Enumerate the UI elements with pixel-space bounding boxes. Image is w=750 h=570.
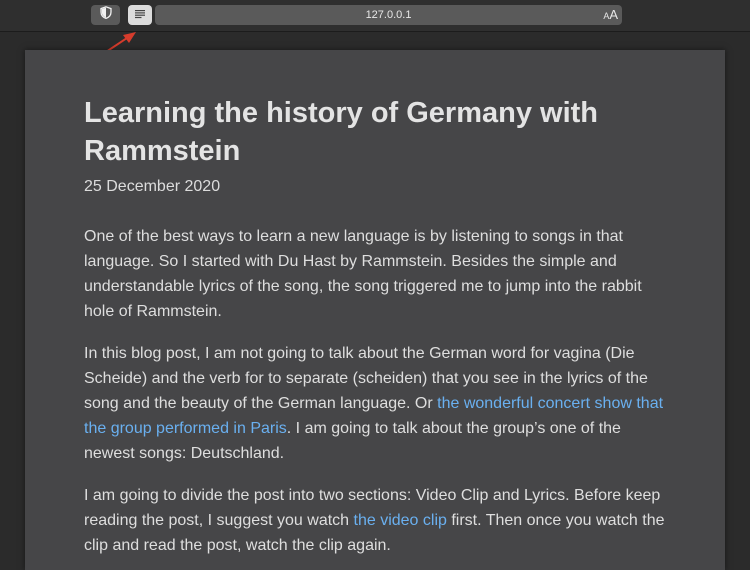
article-paragraph: One of the best ways to learn a new lang… [84, 228, 642, 320]
article-paragraph: In this blog post, I am not going to tal… [84, 341, 669, 466]
article-date: 25 December 2020 [84, 178, 221, 195]
reader-article: Learning the history of Germany with Ram… [25, 50, 725, 570]
article-paragraph: I am going to divide the post into two s… [84, 483, 669, 558]
video-clip-link[interactable]: the video clip [354, 512, 447, 529]
article-title: Learning the history of Germany with Ram… [84, 97, 599, 167]
